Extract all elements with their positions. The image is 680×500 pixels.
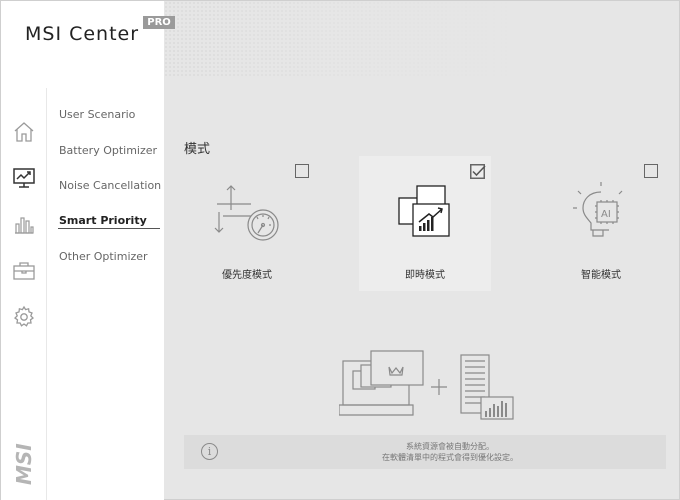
- info-line-1: 系統資源會被自動分配。: [406, 442, 494, 451]
- app-brand: MSI Center: [25, 23, 140, 45]
- info-text: 系統資源會被自動分配。 在軟體清單中的程式會得到優化設定。: [244, 441, 656, 463]
- section-title: 模式: [184, 142, 211, 157]
- gear-icon[interactable]: [11, 304, 37, 330]
- home-icon[interactable]: [11, 119, 37, 145]
- mode-label-realtime: 即時模式: [405, 270, 445, 281]
- mode-label-priority: 優先度模式: [222, 270, 272, 281]
- toolbox-icon[interactable]: [11, 258, 37, 284]
- checkbox-priority[interactable]: [295, 164, 309, 178]
- app-window: MSI Center PRO MSI User Scenario Battery…: [0, 0, 680, 500]
- pro-badge: PRO: [143, 16, 175, 29]
- msi-vertical-logo: MSI: [12, 443, 36, 485]
- bar-chart-icon[interactable]: [11, 211, 37, 237]
- checkbox-realtime[interactable]: [470, 164, 486, 179]
- mode-card-priority[interactable]: 優先度模式: [181, 156, 313, 291]
- msi-vertical-text: MSI: [12, 443, 36, 485]
- ai-bulb-icon: AI: [573, 182, 623, 237]
- checkmark-icon: [470, 164, 486, 179]
- priority-gauge-icon: [214, 185, 279, 241]
- ai-chip-label: AI: [601, 209, 611, 220]
- submenu-other-optimizer[interactable]: Other Optimizer: [59, 250, 148, 263]
- submenu-smart-priority[interactable]: Smart Priority: [59, 214, 147, 227]
- rail-divider: [46, 88, 47, 500]
- info-icon: i: [201, 443, 218, 460]
- realtime-windows-icon: [398, 185, 450, 237]
- info-line-2: 在軟體清單中的程式會得到優化設定。: [382, 453, 518, 462]
- mode-label-smart: 智能模式: [581, 270, 621, 281]
- checkbox-smart[interactable]: [644, 164, 658, 178]
- laptop-plus-apps-illustration: [339, 350, 514, 420]
- monitor-chart-icon[interactable]: [11, 165, 37, 191]
- submenu-user-scenario[interactable]: User Scenario: [59, 108, 135, 121]
- submenu-battery-optimizer[interactable]: Battery Optimizer: [59, 144, 157, 157]
- info-bar: i 系統資源會被自動分配。 在軟體清單中的程式會得到優化設定。: [184, 435, 666, 469]
- submenu-noise-cancellation[interactable]: Noise Cancellation: [59, 179, 161, 192]
- submenu-active-underline: [58, 228, 160, 229]
- header-pattern: [164, 1, 680, 76]
